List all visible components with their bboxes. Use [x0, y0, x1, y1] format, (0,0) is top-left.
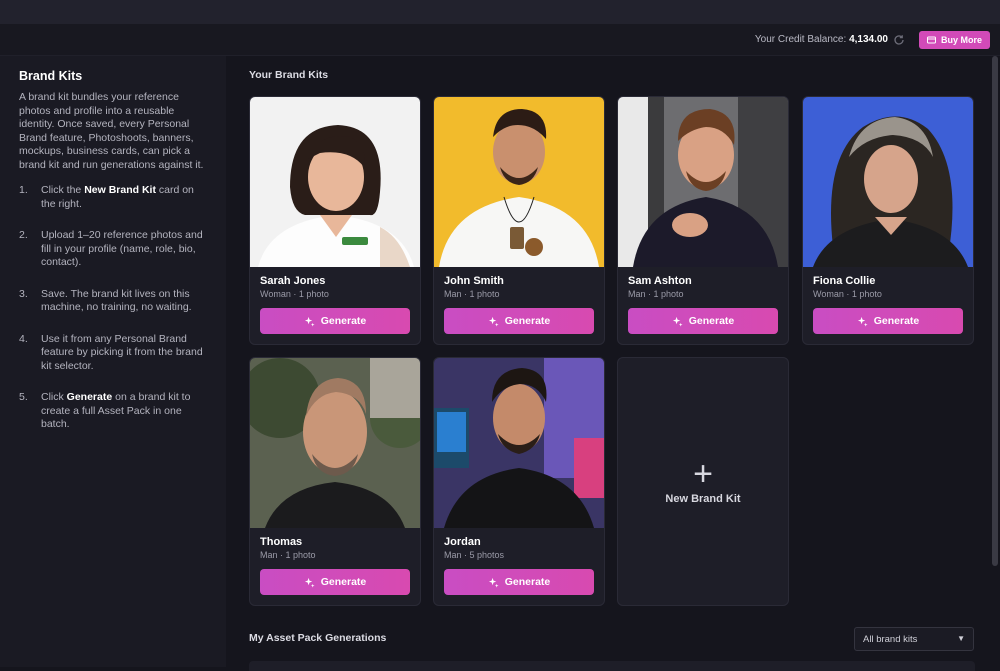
portrait-photo	[434, 97, 604, 267]
sparkles-icon	[857, 316, 868, 327]
buy-more-button[interactable]: Buy More	[919, 31, 990, 49]
scrollbar-thumb[interactable]	[992, 56, 998, 566]
sidebar-intro: A brand kit bundles your reference photo…	[19, 91, 204, 171]
generations-heading: My Asset Pack Generations	[249, 632, 387, 644]
generate-button[interactable]: Generate	[260, 569, 410, 595]
sparkles-icon	[304, 577, 315, 588]
kit-meta: Woman · 1 photo	[260, 289, 329, 299]
kit-meta: Man · 1 photo	[260, 550, 316, 560]
step-item: 5. Click Generate on a brand kit to creat…	[19, 391, 191, 430]
brand-kit-card[interactable]: Thomas Man · 1 photo Generate	[249, 357, 421, 606]
kit-name: Jordan	[444, 536, 481, 548]
generations-panel	[249, 661, 975, 671]
step-item: 1. Click the New Brand Kit card on the ri…	[19, 184, 194, 210]
brand-kit-card[interactable]: Fiona Collie Woman · 1 photo Generate	[802, 96, 974, 345]
main-content: Your Brand Kits Sarah Jones Woman · 1 ph…	[226, 56, 1000, 671]
scrollbar[interactable]	[990, 56, 1000, 667]
portrait-photo	[250, 358, 420, 528]
kit-name: Fiona Collie	[813, 275, 876, 287]
brand-kit-card[interactable]: John Smith Man · 1 photo Generate	[433, 96, 605, 345]
refresh-icon[interactable]	[893, 34, 905, 46]
generate-button[interactable]: Generate	[444, 569, 594, 595]
portrait-photo	[250, 97, 420, 267]
credit-balance: Your Credit Balance: 4,134.00	[754, 34, 888, 45]
credit-card-icon	[926, 36, 936, 44]
kit-name: Sam Ashton	[628, 275, 692, 287]
brand-kits-heading: Your Brand Kits	[249, 69, 329, 81]
sparkles-icon	[304, 316, 315, 327]
sparkles-icon	[488, 316, 499, 327]
generate-button[interactable]: Generate	[813, 308, 963, 334]
window-top-strip	[0, 0, 1000, 24]
portrait-photo	[618, 97, 788, 267]
steps-list: 1. Click the New Brand Kit card on the ri…	[19, 184, 207, 432]
kit-name: Sarah Jones	[260, 275, 326, 287]
sidebar: Brand Kits A brand kit bundles your refe…	[0, 56, 226, 667]
new-brand-kit-label: New Brand Kit	[665, 492, 741, 505]
brand-kit-card[interactable]: Sam Ashton Man · 1 photo Generate	[617, 96, 789, 345]
portrait-photo	[803, 97, 973, 267]
brand-kit-filter-select[interactable]: All brand kits ▼	[854, 627, 974, 651]
new-brand-kit-card[interactable]: + New Brand Kit	[617, 357, 789, 606]
sparkles-icon	[488, 577, 499, 588]
portrait-photo	[434, 358, 604, 528]
step-item: 4. Use it from any Personal Brand feature…	[19, 332, 203, 372]
step-item: 2. Upload 1–20 reference photos and fill …	[19, 229, 203, 268]
dropdown-caret-icon: ▼	[957, 634, 965, 643]
plus-icon: +	[693, 454, 713, 493]
kit-meta: Man · 5 photos	[444, 550, 505, 560]
kit-name: John Smith	[444, 275, 504, 287]
sparkles-icon	[672, 316, 683, 327]
kit-meta: Woman · 1 photo	[813, 289, 882, 299]
credit-bar: Your Credit Balance: 4,134.00 Buy More	[0, 24, 1000, 56]
kit-meta: Man · 1 photo	[444, 289, 500, 299]
kit-name: Thomas	[260, 536, 303, 548]
brand-kit-card[interactable]: Jordan Man · 5 photos Generate	[433, 357, 605, 606]
generate-button[interactable]: Generate	[628, 308, 778, 334]
brand-kit-card[interactable]: Sarah Jones Woman · 1 photo Generate	[249, 96, 421, 345]
kit-meta: Man · 1 photo	[628, 289, 684, 299]
sidebar-title: Brand Kits	[19, 69, 83, 83]
step-item: 3. Save. The brand kit lives on this mach…	[19, 287, 192, 314]
generate-button[interactable]: Generate	[260, 308, 410, 334]
generate-button[interactable]: Generate	[444, 308, 594, 334]
